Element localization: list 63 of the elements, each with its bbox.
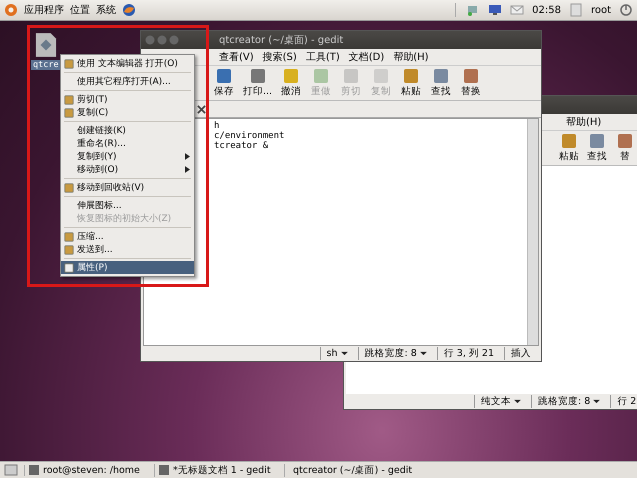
toolbar-button[interactable]: 打印...	[241, 68, 274, 98]
logo-icon	[4, 3, 18, 17]
menu-item[interactable]: 复制(C)	[61, 106, 194, 119]
menu-item[interactable]: 创建链接(K)	[61, 124, 194, 137]
code-line: h	[214, 121, 220, 131]
user-name[interactable]: root	[590, 4, 611, 16]
close-icon[interactable]	[197, 104, 206, 114]
toolbar-button[interactable]: 撤消	[278, 68, 304, 98]
menu-item[interactable]: 移动到回收站(V)	[61, 181, 194, 194]
file-label[interactable]: qtcre	[31, 60, 61, 70]
clock[interactable]: 02:58	[532, 4, 561, 16]
toolbar-button[interactable]: 查找	[584, 134, 610, 162]
toolbar-button[interactable]: 保存	[211, 68, 237, 98]
menu-item[interactable]: 伸展图标...	[61, 199, 194, 212]
code-line: tcreator &	[214, 141, 268, 151]
menu-item[interactable]: 属性(P)	[61, 261, 194, 274]
status-item: 插入	[504, 347, 541, 360]
mail-icon[interactable]	[510, 3, 524, 17]
status-item[interactable]: 跳格宽度: 8	[358, 347, 437, 360]
dropdown-icon	[593, 399, 600, 404]
menu-item[interactable]: 复制到(Y)	[61, 150, 194, 163]
menu-item[interactable]: 移动到(O)	[61, 163, 194, 176]
panel-menu[interactable]: 位置	[70, 3, 90, 17]
menu-item[interactable]: 文档(D)	[348, 50, 384, 64]
code-line: c/environment	[214, 131, 284, 141]
status-item[interactable]: 跳格宽度: 8	[531, 395, 610, 408]
scrollbar[interactable]	[527, 119, 538, 345]
dropdown-icon	[420, 351, 427, 356]
status-item[interactable]: sh	[320, 347, 358, 360]
menu-item[interactable]: 使用 文本编辑器 打开(O)	[61, 57, 194, 70]
file-icon[interactable]	[34, 32, 57, 58]
menu-item[interactable]: 帮助(H)	[393, 50, 429, 64]
menu-item[interactable]: 搜索(S)	[262, 50, 297, 64]
browser-icon[interactable]	[122, 3, 136, 17]
desktop-icon[interactable]	[4, 463, 18, 477]
user-icon	[568, 3, 583, 17]
panel-menu[interactable]: 应用程序	[24, 3, 64, 17]
item-icon	[64, 182, 74, 192]
status-item[interactable]: 纯文本	[474, 395, 531, 408]
dropdown-icon	[514, 399, 521, 404]
menu-item[interactable]: 查看(V)	[219, 50, 254, 64]
toolbar-button[interactable]: 粘贴	[398, 68, 424, 98]
window-title: qtcreator (~/桌面) - gedit	[219, 34, 344, 47]
item-icon	[64, 58, 74, 68]
toolbar-button[interactable]: 替换	[458, 68, 484, 98]
menu-item[interactable]: 压缩...	[61, 230, 194, 243]
menu-item[interactable]: 帮助(H)	[566, 115, 602, 129]
menu-item[interactable]: 剪切(T)	[61, 93, 194, 106]
toolbar-button[interactable]: 替	[612, 134, 637, 162]
menu-item[interactable]: 重命名(R)...	[61, 137, 194, 150]
menu-item[interactable]: 工具(T)	[306, 50, 340, 64]
menu-item[interactable]: 发送到...	[61, 243, 194, 256]
status-item: 行 3, 列 21	[436, 347, 504, 360]
toolbar-button[interactable]: 粘贴	[556, 134, 582, 162]
dropdown-icon	[340, 351, 348, 356]
taskbar-button[interactable]: root@steven: /home	[24, 464, 148, 476]
toolbar-button[interactable]: 查找	[428, 68, 454, 98]
taskbar-button[interactable]: *无标题文档 1 - gedit	[154, 464, 278, 476]
menu-item[interactable]: 使用其它程序打开(A)...	[61, 75, 194, 88]
panel-menu[interactable]: 系统	[96, 3, 116, 17]
monitor-icon[interactable]	[488, 3, 502, 17]
status-item: 行 2,	[610, 395, 637, 408]
power-icon[interactable]	[619, 3, 633, 17]
